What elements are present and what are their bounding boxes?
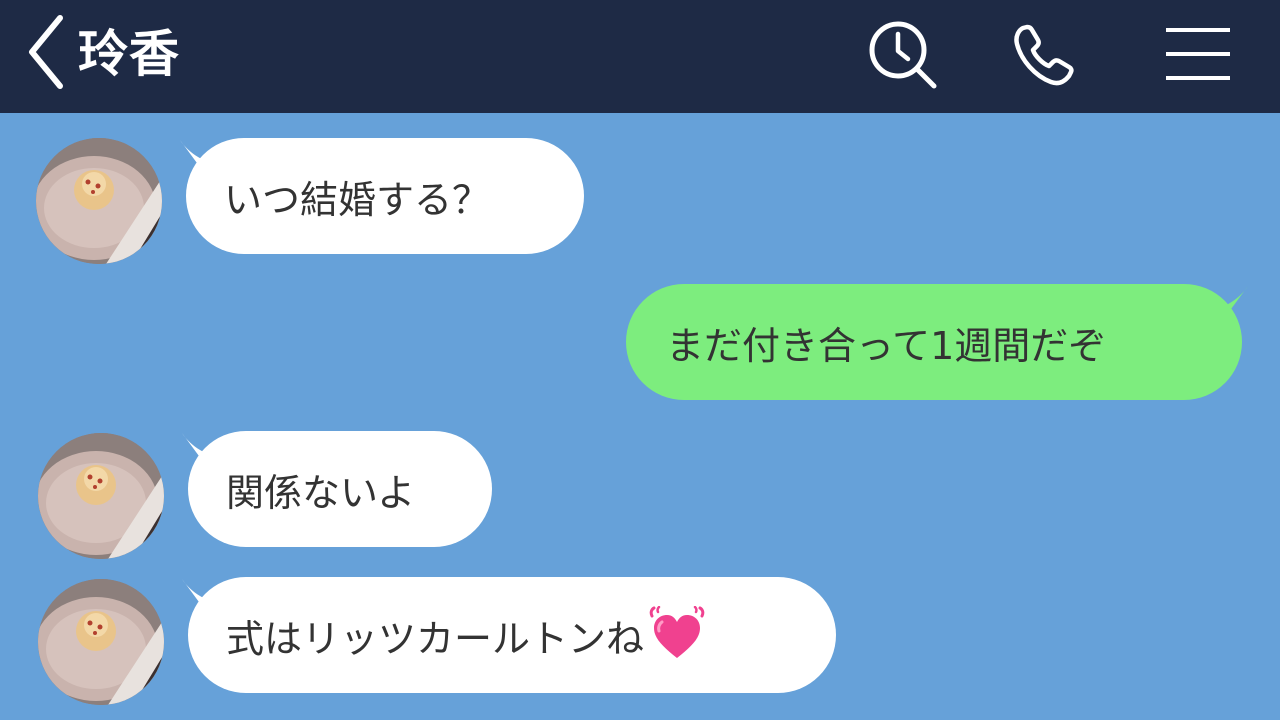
contact-avatar[interactable] (38, 433, 164, 559)
cupcake-avatar-icon (36, 138, 162, 264)
message-text: いつ結婚する？ (224, 177, 491, 222)
clock-search-icon (869, 21, 937, 89)
message-bubble-incoming[interactable]: 式はリッツカールトンね (188, 577, 836, 693)
message-bubble-incoming[interactable]: 関係ないよ (188, 431, 492, 547)
message-bubble-outgoing[interactable]: まだ付き合って1週間だぞ (626, 284, 1242, 400)
message-text: 式はリッツカールトンね (226, 616, 645, 661)
chat-screen: 玲香 いつ結婚する？ まだ付き合って1週間だぞ 関係ないよ 式はリッツカールトン… (0, 0, 1280, 720)
message-text: まだ付き合って1週間だぞ (666, 323, 1107, 368)
chevron-left-icon (29, 15, 63, 89)
pink-heart-emoji (648, 606, 706, 664)
contact-avatar[interactable] (38, 579, 164, 705)
chat-header: 玲香 (0, 0, 1280, 113)
phone-icon (1014, 24, 1074, 86)
chat-title: 玲香 (78, 25, 180, 83)
menu-button[interactable] (1158, 18, 1238, 94)
back-button[interactable] (22, 14, 70, 90)
message-text: 関係ないよ (226, 470, 416, 515)
search-button[interactable] (862, 18, 942, 94)
contact-avatar[interactable] (36, 138, 162, 264)
cupcake-avatar-icon (38, 579, 164, 705)
hamburger-menu-icon (1166, 28, 1230, 80)
cupcake-avatar-icon (38, 433, 164, 559)
call-button[interactable] (1005, 18, 1085, 94)
message-bubble-incoming[interactable]: いつ結婚する？ (186, 138, 584, 254)
message-list[interactable]: いつ結婚する？ まだ付き合って1週間だぞ 関係ないよ 式はリッツカールトンね (0, 113, 1280, 720)
